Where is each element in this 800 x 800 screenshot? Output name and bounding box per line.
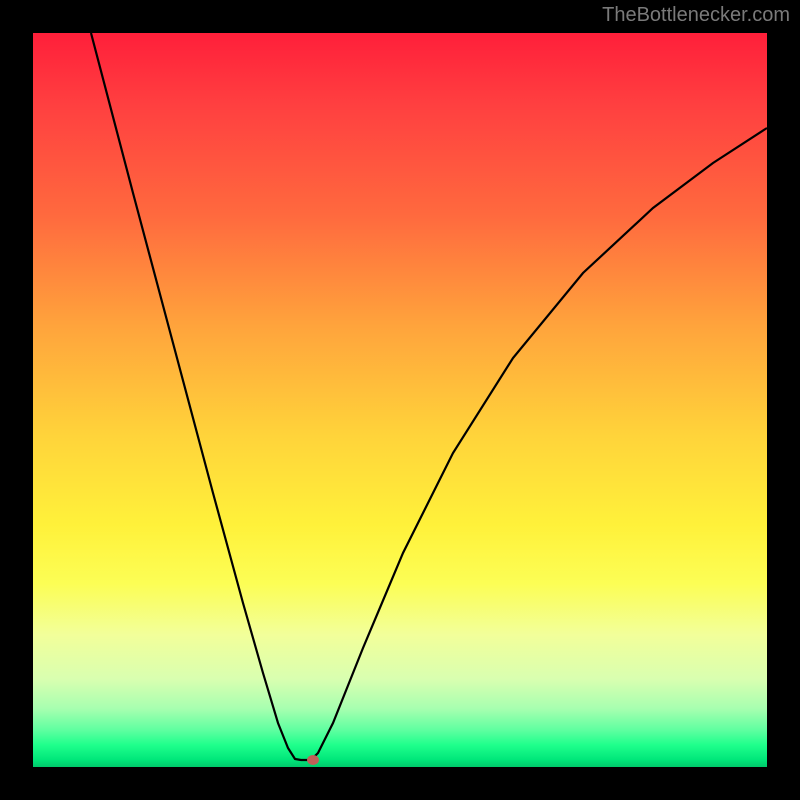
chart-plot-area	[33, 33, 767, 767]
bottleneck-curve	[91, 33, 767, 760]
optimum-marker	[307, 755, 319, 765]
curve-svg	[33, 33, 767, 767]
watermark-text: TheBottlenecker.com	[602, 4, 790, 27]
